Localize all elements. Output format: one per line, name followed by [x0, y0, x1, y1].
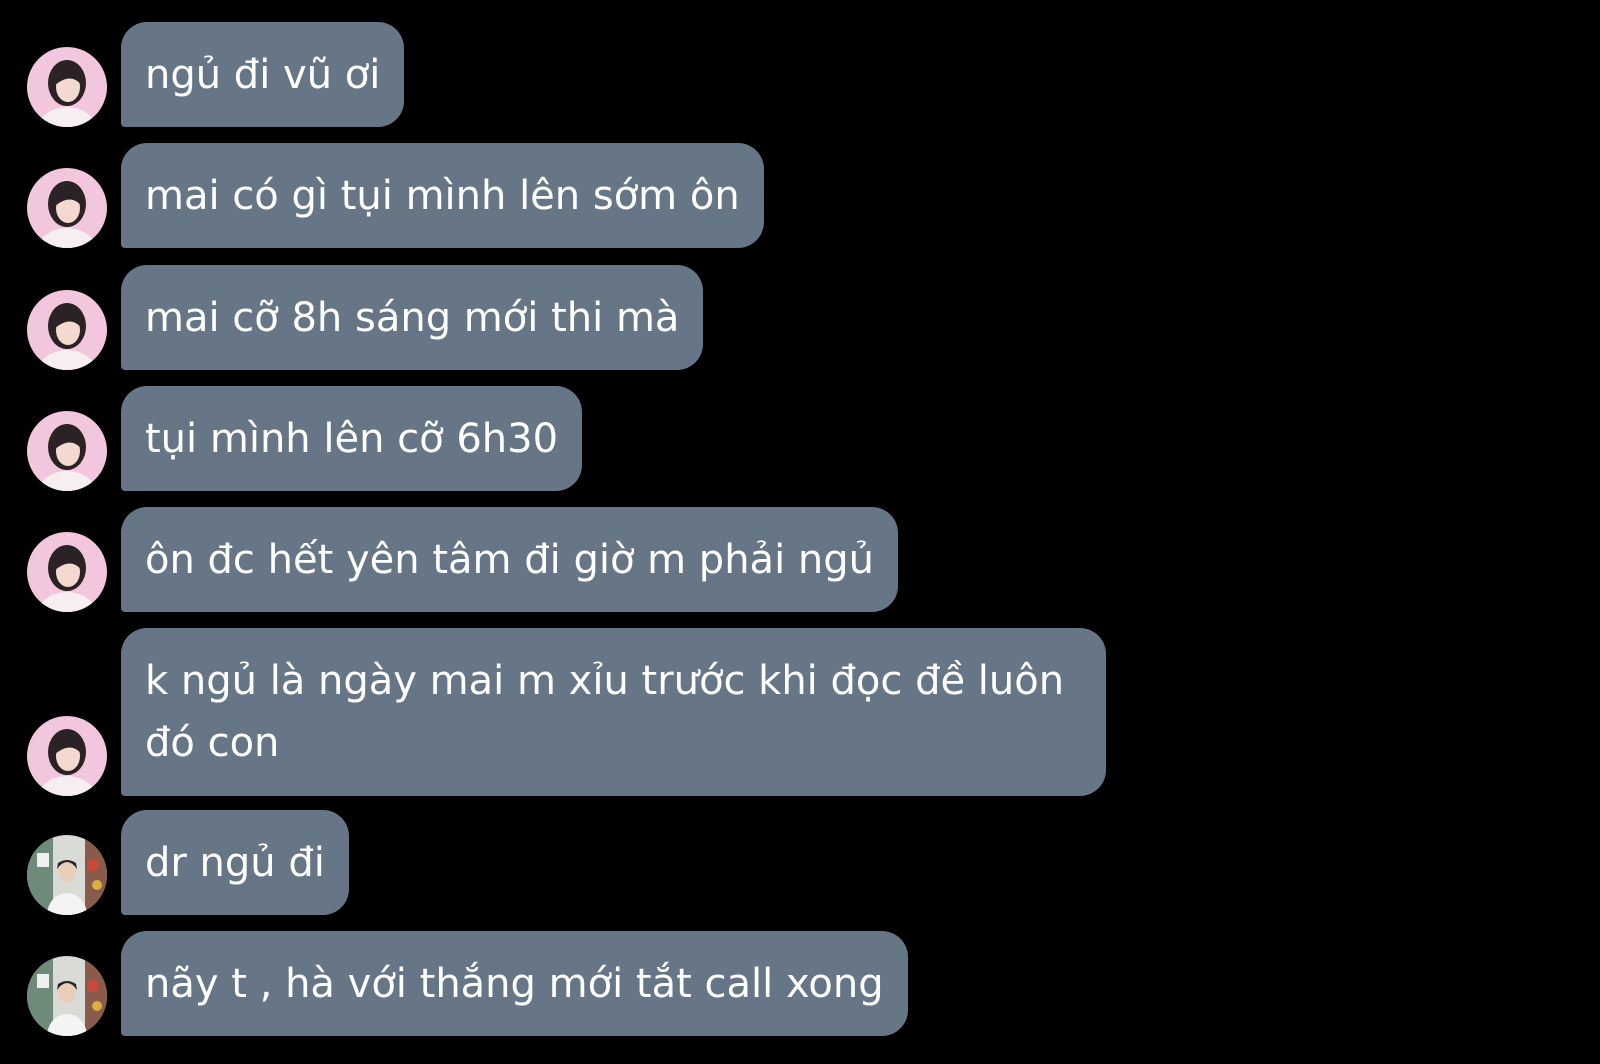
message-text: nãy t , hà với thắng mới tắt call xong [145, 960, 884, 1007]
message-bubble[interactable]: dr ngủ đi [121, 810, 349, 915]
message-text: mai có gì tụi mình lên sớm ôn [145, 172, 740, 219]
chat-thread: ngủ đi vũ ơi mai có gì tụi mình lên sớm … [0, 0, 1600, 1064]
message-text: k ngủ là ngày mai m xỉu trước khi đọc đề… [145, 658, 1065, 766]
message-bubble[interactable]: mai có gì tụi mình lên sớm ôn [121, 143, 764, 248]
avatar-photo-portrait-icon[interactable] [27, 835, 107, 915]
message-row: mai có gì tụi mình lên sớm ôn [27, 143, 764, 248]
avatar-pink-portrait-icon[interactable] [27, 47, 107, 127]
message-bubble[interactable]: ngủ đi vũ ơi [121, 22, 405, 127]
avatar-pink-portrait-icon[interactable] [27, 168, 107, 248]
message-row: ngủ đi vũ ơi [27, 22, 405, 127]
avatar-photo-portrait-icon[interactable] [27, 956, 107, 1036]
message-row: tụi mình lên cỡ 6h30 [27, 386, 583, 491]
message-bubble[interactable]: ôn đc hết yên tâm đi giờ m phải ngủ [121, 507, 898, 612]
avatar-pink-portrait-icon[interactable] [27, 532, 107, 612]
message-bubble[interactable]: tụi mình lên cỡ 6h30 [121, 386, 583, 491]
avatar-pink-portrait-icon[interactable] [27, 716, 107, 796]
message-bubble[interactable]: nãy t , hà với thắng mới tắt call xong [121, 931, 908, 1036]
message-bubble[interactable]: k ngủ là ngày mai m xỉu trước khi đọc đề… [121, 628, 1106, 796]
message-row: k ngủ là ngày mai m xỉu trước khi đọc đề… [27, 628, 1106, 796]
message-row: mai cỡ 8h sáng mới thi mà [27, 265, 704, 370]
message-row: dr ngủ đi [27, 810, 349, 915]
message-text: tụi mình lên cỡ 6h30 [145, 415, 559, 462]
message-row: nãy t , hà với thắng mới tắt call xong [27, 931, 908, 1036]
avatar-pink-portrait-icon[interactable] [27, 411, 107, 491]
message-text: mai cỡ 8h sáng mới thi mà [145, 294, 680, 341]
message-text: ôn đc hết yên tâm đi giờ m phải ngủ [145, 536, 874, 583]
message-text: ngủ đi vũ ơi [145, 51, 381, 98]
message-bubble[interactable]: mai cỡ 8h sáng mới thi mà [121, 265, 704, 370]
message-text: dr ngủ đi [145, 839, 325, 886]
message-row: ôn đc hết yên tâm đi giờ m phải ngủ [27, 507, 898, 612]
avatar-pink-portrait-icon[interactable] [27, 290, 107, 370]
